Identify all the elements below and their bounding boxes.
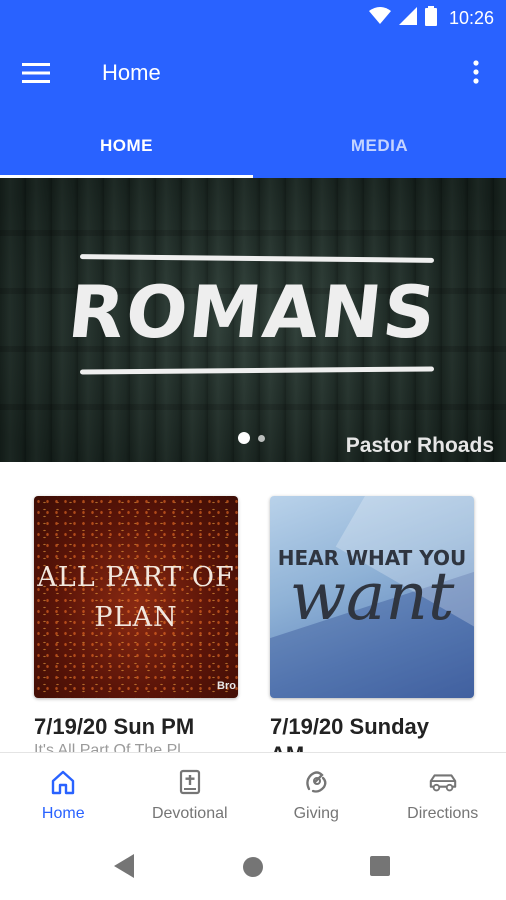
thumbnail-text: ALL PART OF bbox=[37, 562, 235, 593]
tab-bar: HOME MEDIA bbox=[0, 114, 506, 178]
media-thumbnail: HEAR WHAT YOU want bbox=[270, 496, 474, 698]
more-options-button[interactable] bbox=[464, 56, 488, 92]
menu-button[interactable] bbox=[22, 60, 58, 90]
tab-label: MEDIA bbox=[350, 136, 409, 155]
thumbnail-text: want bbox=[289, 558, 455, 635]
nav-item-home[interactable]: Home bbox=[0, 753, 127, 837]
hero-title: ROMANS bbox=[64, 270, 442, 354]
home-circle-icon[interactable] bbox=[242, 856, 264, 883]
status-time: 10:26 bbox=[448, 7, 494, 28]
status-icons: 10:26 bbox=[368, 5, 494, 31]
media-thumbnail: ALL PART OF PLAN Bro bbox=[34, 496, 238, 698]
tab-label: HOME bbox=[100, 136, 153, 155]
nav-label: Giving bbox=[293, 805, 339, 822]
nav-label: Directions bbox=[407, 805, 479, 822]
nav-label: Devotional bbox=[151, 805, 228, 822]
carousel-dots bbox=[238, 432, 265, 444]
hero-caption: Pastor Rhoads bbox=[345, 434, 494, 457]
status-bar: 10:26 bbox=[0, 0, 506, 36]
app-bar: Home bbox=[0, 36, 506, 114]
carousel-dot[interactable] bbox=[258, 434, 265, 442]
thumbnail-tag: Bro bbox=[217, 680, 236, 692]
nav-item-giving[interactable]: Giving bbox=[253, 753, 380, 837]
recents-icon[interactable] bbox=[370, 856, 390, 876]
tab-home[interactable]: HOME bbox=[0, 114, 253, 178]
system-navigation bbox=[0, 836, 506, 900]
wifi-icon bbox=[368, 6, 391, 30]
nav-item-directions[interactable]: Directions bbox=[380, 753, 506, 837]
home-icon bbox=[48, 767, 78, 797]
page-title: Home bbox=[102, 60, 161, 85]
card-date: 7/19/20 Sun PM bbox=[34, 714, 195, 739]
car-icon bbox=[428, 767, 458, 797]
bible-icon bbox=[175, 767, 205, 797]
more-vert-icon bbox=[473, 59, 479, 89]
hero-banner[interactable]: ROMANS Pastor Rhoads bbox=[0, 178, 506, 462]
sparkle-pattern bbox=[34, 496, 238, 698]
nav-label: Home bbox=[41, 805, 85, 822]
media-card[interactable]: ALL PART OF PLAN Bro 7/19/20 Sun PM It's… bbox=[34, 496, 238, 754]
battery-icon bbox=[424, 5, 437, 31]
carousel-dot-active[interactable] bbox=[238, 432, 250, 444]
card-date: 7/19/20 Sunday bbox=[270, 714, 429, 739]
back-icon[interactable] bbox=[114, 854, 136, 883]
thumbnail-text: PLAN bbox=[94, 602, 178, 633]
nav-item-devotional[interactable]: Devotional bbox=[127, 753, 254, 837]
tab-media[interactable]: MEDIA bbox=[253, 114, 506, 178]
hamburger-icon bbox=[22, 62, 50, 88]
signal-icon bbox=[398, 6, 417, 30]
media-card[interactable]: HEAR WHAT YOU want 7/19/20 Sunday AM bbox=[270, 496, 474, 754]
giving-icon bbox=[301, 767, 331, 797]
bottom-navigation: Home Devotional Giving Directions bbox=[0, 752, 506, 836]
